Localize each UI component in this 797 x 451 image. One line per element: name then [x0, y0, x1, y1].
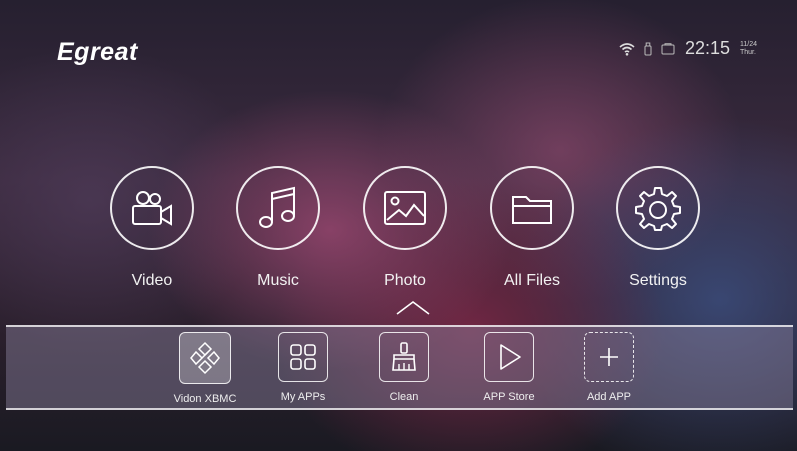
app-store-tile — [484, 332, 534, 382]
plus-icon — [600, 348, 618, 366]
selection-indicator — [396, 300, 430, 321]
dock-item-add-app[interactable]: Add APP — [564, 332, 654, 403]
dock-label-app-store: APP Store — [483, 391, 535, 403]
sd-card-icon — [661, 42, 675, 55]
photo-icon — [384, 191, 426, 225]
apps-grid-icon — [290, 344, 316, 370]
menu-label-photo: Photo — [384, 272, 426, 289]
settings-circle — [616, 166, 700, 250]
main-menu: Video Music Photo All Files Settings — [0, 166, 797, 296]
music-circle — [236, 166, 320, 250]
dock-label-clean: Clean — [389, 391, 419, 403]
vidon-xbmc-tile — [179, 332, 231, 384]
play-store-icon — [500, 344, 521, 370]
kodi-icon — [190, 341, 220, 375]
clock-time: 22:15 — [684, 38, 730, 58]
weekday-label: Thur. — [740, 48, 756, 56]
menu-item-settings[interactable]: Settings — [603, 166, 713, 290]
dock-item-vidon-xbmc[interactable]: Vidon XBMC — [160, 332, 250, 405]
menu-label-video: Video — [131, 272, 173, 289]
my-apps-tile — [278, 332, 328, 382]
clean-tile — [379, 332, 429, 382]
dock-item-clean[interactable]: Clean — [359, 332, 449, 403]
dock-item-app-store[interactable]: APP Store — [464, 332, 554, 403]
add-app-tile — [584, 332, 634, 382]
menu-label-music: Music — [257, 272, 299, 289]
app-dock: Vidon XBMC My APPs Clean APP Store Add A… — [6, 325, 793, 410]
menu-label-settings: Settings — [629, 272, 687, 289]
usb-icon — [643, 42, 653, 56]
menu-item-music[interactable]: Music — [223, 166, 333, 290]
video-camera-icon — [132, 191, 172, 226]
menu-item-photo[interactable]: Photo — [350, 166, 460, 290]
broom-icon — [392, 342, 416, 371]
menu-item-all-files[interactable]: All Files — [477, 166, 587, 290]
dock-label-my-apps: My APPs — [280, 391, 326, 403]
wifi-icon — [619, 42, 635, 56]
status-bar: 22:15 11/24 Thur. — [619, 38, 757, 59]
photo-circle — [363, 166, 447, 250]
menu-item-video[interactable]: Video — [97, 166, 207, 290]
dock-label-add-app: Add APP — [586, 391, 632, 403]
brand-logo: Egreat — [57, 38, 138, 66]
folder-icon — [512, 196, 552, 224]
dock-item-my-apps[interactable]: My APPs — [258, 332, 348, 403]
music-note-icon — [259, 186, 295, 228]
date-label: 11/24 — [740, 40, 757, 48]
clock-date: 11/24 Thur. — [740, 41, 757, 57]
all-files-circle — [490, 166, 574, 250]
gear-icon — [635, 187, 681, 231]
video-circle — [110, 166, 194, 250]
menu-label-all-files: All Files — [503, 272, 560, 289]
dock-label-vidon-xbmc: Vidon XBMC — [173, 393, 237, 405]
